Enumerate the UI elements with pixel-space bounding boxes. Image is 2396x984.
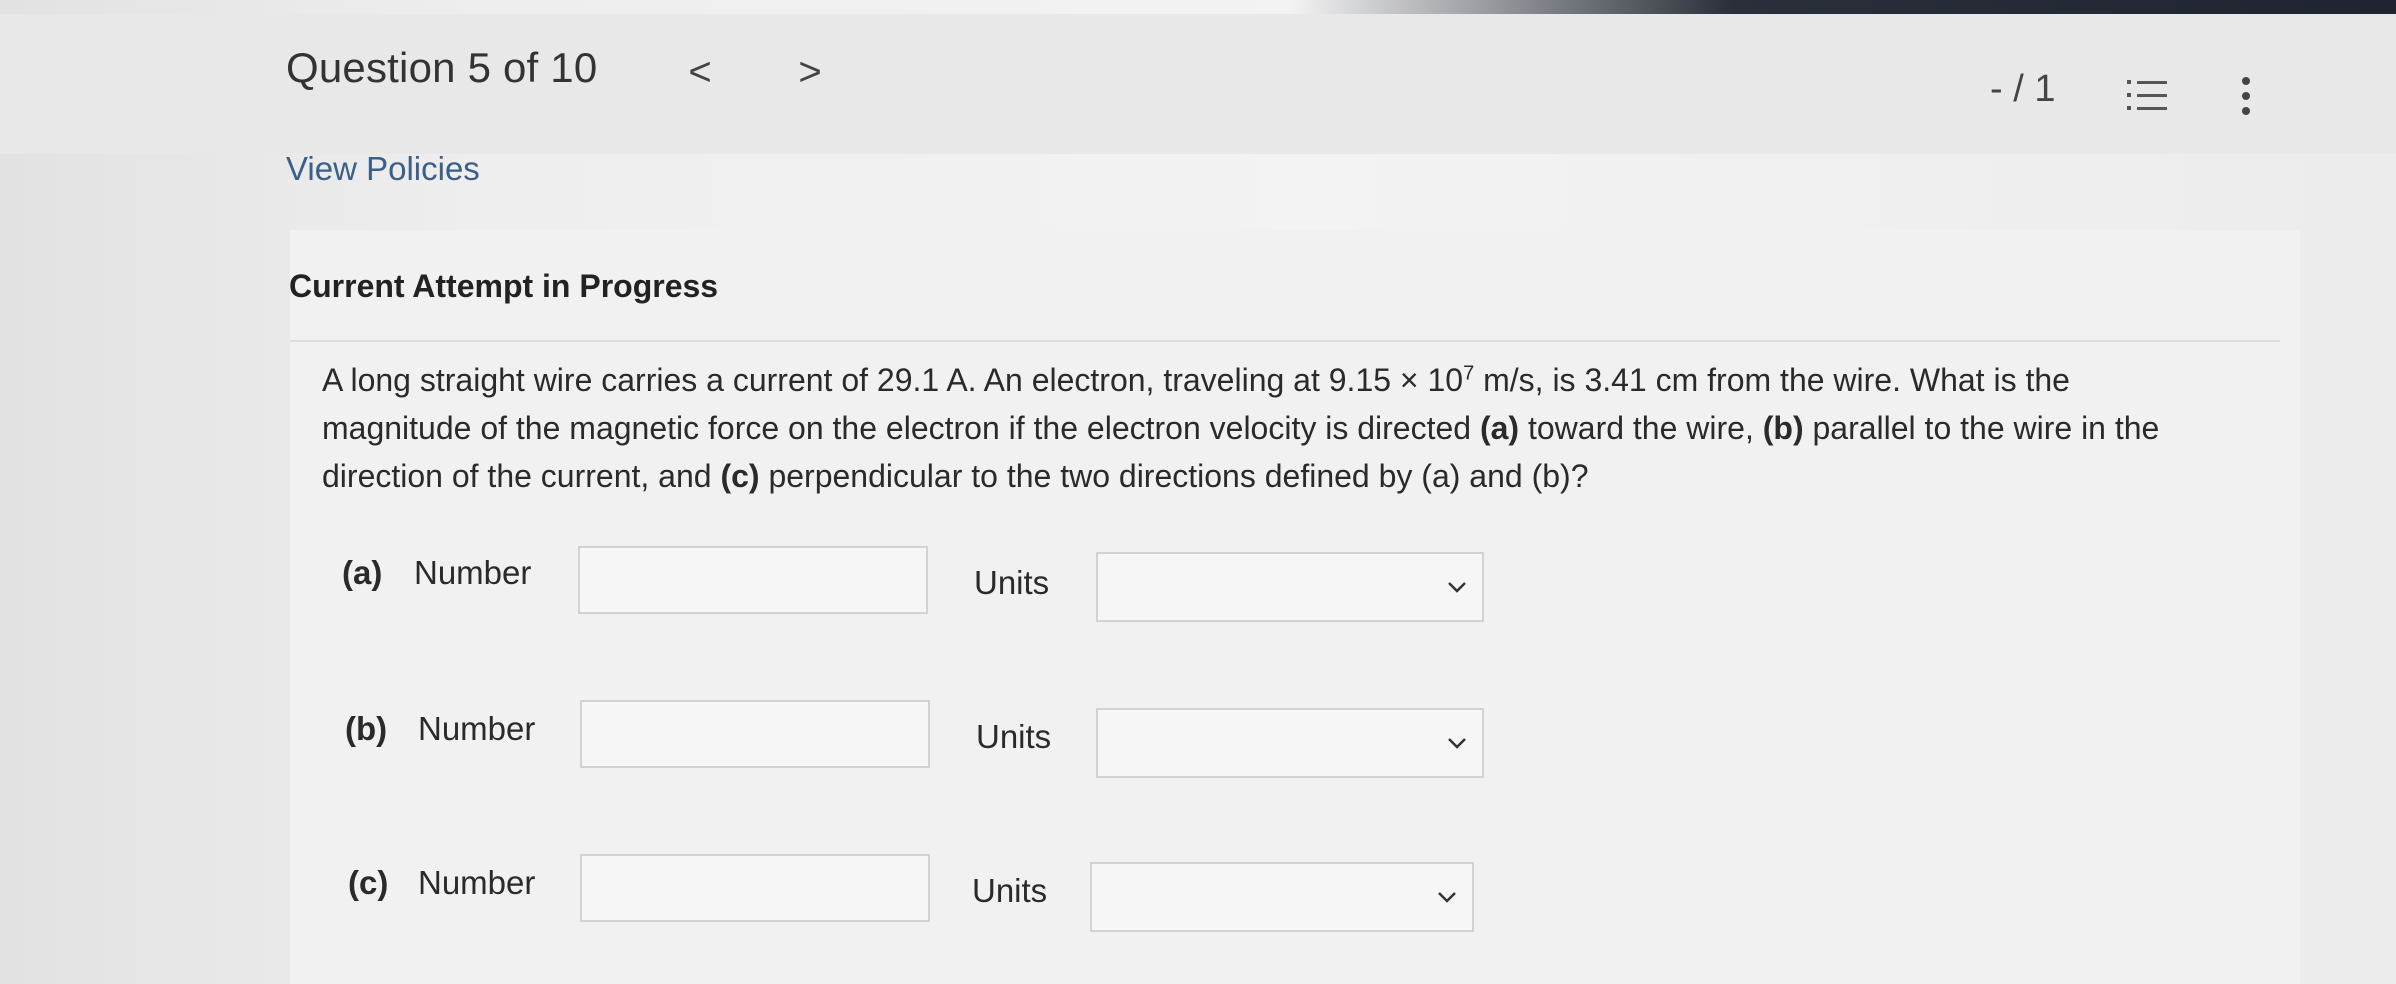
part-a-units-label: Units (974, 564, 1050, 601)
part-c-number-label: Number (418, 864, 536, 901)
problem-text-1: A long straight wire carries a current o… (322, 362, 1464, 398)
problem-text-5: perpendicular to the two directions defi… (759, 458, 1589, 494)
chevron-down-icon (1438, 892, 1456, 903)
problem-part-a-tag: (a) (1479, 410, 1520, 446)
problem-text-3: toward the wire, (1519, 410, 1763, 446)
part-a-number-label: Number (414, 554, 532, 591)
score-display: - / 1 (1990, 68, 2056, 110)
part-b-units-label: Units (976, 718, 1052, 755)
problem-part-b-tag: (b) (1762, 410, 1804, 446)
attempt-status-heading: Current Attempt in Progress (289, 268, 719, 304)
part-b-label: (b) (345, 710, 388, 747)
problem-statement: A long straight wire carries a current o… (322, 356, 2222, 500)
part-c-number-input[interactable] (580, 854, 930, 922)
window-top-edge (1290, 0, 2396, 14)
problem-exponent: 7 (1463, 362, 1475, 385)
page: Question 5 of 10 < > - / 1 View Policies (0, 0, 2396, 984)
section-divider (290, 340, 2280, 342)
part-b-units-select[interactable] (1096, 708, 1484, 778)
numbered-list-icon-glyph (2127, 80, 2167, 110)
previous-question-button[interactable]: < (680, 50, 720, 94)
problem-part-c-tag: (c) (720, 458, 760, 494)
part-a-number-input[interactable] (578, 546, 928, 614)
vertical-ellipsis-icon-glyph (2242, 77, 2250, 115)
part-a-label: (a) (342, 554, 383, 591)
part-c-units-select[interactable] (1090, 862, 1474, 932)
part-b-number-label: Number (418, 710, 536, 747)
chevron-down-icon (1448, 582, 1466, 593)
question-title: Question 5 of 10 (286, 44, 598, 91)
next-question-button[interactable]: > (790, 50, 830, 94)
part-a-units-select[interactable] (1096, 552, 1484, 622)
vertical-ellipsis-icon[interactable] (2236, 74, 2256, 120)
view-policies-link[interactable]: View Policies (286, 150, 480, 188)
numbered-list-icon[interactable] (2125, 76, 2169, 116)
part-b-number-input[interactable] (580, 700, 930, 768)
part-c-units-label: Units (972, 872, 1048, 909)
chevron-down-icon (1448, 738, 1466, 749)
part-c-label: (c) (348, 864, 389, 901)
